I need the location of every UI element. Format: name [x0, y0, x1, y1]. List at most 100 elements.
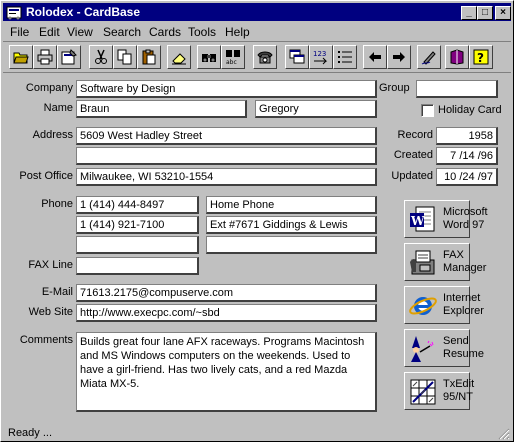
list-button[interactable]: [333, 45, 357, 69]
launch-word-button[interactable]: W Microsoft Word 97: [404, 200, 488, 238]
launch-fax-manager-button[interactable]: FAX Manager: [404, 243, 486, 281]
printer-icon: [37, 49, 53, 65]
address-line1-field[interactable]: 5609 West Hadley Street: [76, 127, 377, 145]
menu-cards[interactable]: Cards: [149, 25, 181, 39]
record-number: 1958: [436, 127, 498, 145]
last-name-field[interactable]: Braun: [76, 100, 247, 118]
previous-card-button[interactable]: [363, 45, 387, 69]
updated-label: Updated: [391, 170, 433, 182]
erase-button[interactable]: [167, 45, 191, 69]
phone2-number-field[interactable]: 1 (414) 921-7100: [76, 216, 199, 234]
app-icon: [6, 6, 22, 20]
created-label: Created: [393, 149, 433, 161]
title-bar[interactable]: Rolodex - CardBase _ □ ×: [3, 3, 511, 21]
record-label: Record: [397, 129, 433, 141]
svg-text:W: W: [410, 214, 425, 228]
word-label: Microsoft Word 97: [443, 206, 488, 231]
phone1-description-field[interactable]: Home Phone: [206, 196, 377, 214]
status-bar: Ready ...: [3, 425, 511, 441]
book-icon: [450, 49, 464, 65]
company-field[interactable]: Software by Design: [76, 80, 377, 98]
name-label: Name: [43, 102, 73, 114]
send-resume-label: Send Resume: [443, 335, 484, 360]
ie-icon: [409, 297, 437, 315]
paste-button[interactable]: [137, 45, 161, 69]
phone1-number-field[interactable]: 1 (414) 444-8497: [76, 196, 199, 214]
group-field[interactable]: [416, 80, 498, 98]
find-abc-button[interactable]: abc: [221, 45, 245, 69]
launch-txedit-button[interactable]: TxEdit 95/NT: [404, 372, 474, 410]
comments-label: Comments: [19, 334, 73, 346]
next-card-button[interactable]: [387, 45, 411, 69]
send-resume-button[interactable]: Send Resume: [404, 329, 484, 367]
dial-button[interactable]: [253, 45, 277, 69]
group-label: Group: [379, 82, 410, 94]
fax-field[interactable]: [76, 257, 199, 275]
binoculars-icon: [202, 54, 216, 62]
svg-text:abc: abc: [226, 59, 237, 65]
post-office-field[interactable]: Milwaukee, WI 53210-1554: [76, 168, 377, 186]
properties-button[interactable]: [57, 45, 81, 69]
cascade-button[interactable]: [285, 45, 309, 69]
first-name-field[interactable]: Gregory: [255, 100, 377, 118]
status-text: Ready ...: [8, 427, 53, 439]
menu-help[interactable]: Help: [225, 25, 250, 39]
menu-file[interactable]: File: [10, 25, 29, 39]
created-date: 7 /14 /96: [436, 147, 498, 165]
menu-bar: File Edit View Search Cards Tools Help: [3, 22, 511, 40]
clipboard-icon: [142, 49, 156, 65]
email-label: E-Mail: [41, 286, 73, 298]
email-field[interactable]: 71613.2175@compuserve.com: [76, 284, 377, 302]
cascade-windows-icon: [289, 49, 305, 64]
copy-icon: [117, 49, 132, 65]
resize-grip-icon[interactable]: [498, 428, 510, 440]
list-icon: [338, 51, 352, 63]
print-button[interactable]: [33, 45, 57, 69]
maximize-button[interactable]: □: [477, 6, 493, 20]
fax-manager-label: FAX Manager: [443, 249, 487, 274]
number-sequence-icon: 123: [313, 50, 328, 65]
address-label: Address: [32, 129, 73, 141]
svg-text:?: ?: [477, 51, 484, 65]
menu-view[interactable]: View: [67, 25, 93, 39]
copy-button[interactable]: [113, 45, 137, 69]
menu-tools[interactable]: Tools: [188, 25, 216, 39]
binoculars-abc-icon: abc: [226, 50, 240, 65]
numbering-button[interactable]: 123: [309, 45, 333, 69]
open-folder-icon: [13, 52, 29, 64]
phone3-number-field[interactable]: [76, 236, 199, 254]
cut-button[interactable]: [89, 45, 113, 69]
write-button[interactable]: [417, 45, 441, 69]
window-title: Rolodex - CardBase: [26, 5, 141, 19]
arrow-right-icon: [393, 52, 405, 62]
close-button[interactable]: ×: [495, 6, 511, 20]
pen-write-icon: [421, 51, 436, 65]
internet-explorer-label: Internet Explorer: [443, 292, 484, 317]
address-line2-field[interactable]: [76, 147, 377, 165]
menu-edit[interactable]: Edit: [39, 25, 60, 39]
word-icon: W: [410, 206, 435, 232]
find-button[interactable]: [197, 45, 221, 69]
phone3-description-field[interactable]: [206, 236, 377, 254]
svg-text:123: 123: [313, 50, 326, 58]
toolbar: abc 123 ?: [3, 41, 511, 73]
web-site-field[interactable]: http://www.execpc.com/~sbd: [76, 304, 377, 322]
help-button[interactable]: ?: [469, 45, 493, 69]
launch-internet-explorer-button[interactable]: Internet Explorer: [404, 286, 484, 324]
open-button[interactable]: [9, 45, 33, 69]
txedit-label: TxEdit 95/NT: [443, 378, 475, 403]
menu-search[interactable]: Search: [103, 25, 141, 39]
updated-date: 10 /24 /97: [436, 168, 498, 186]
holiday-card-checkbox[interactable]: [421, 104, 434, 117]
wizard-icon: [411, 336, 434, 362]
phone-label: Phone: [41, 198, 73, 210]
phone2-description-field[interactable]: Ext #7671 Giddings & Lewis: [206, 216, 377, 234]
help-question-icon: ?: [473, 49, 489, 65]
company-label: Company: [25, 82, 73, 94]
comments-field[interactable]: Builds great four lane AFX raceways. Pro…: [76, 332, 377, 412]
arrow-left-icon: [369, 52, 381, 62]
book-button[interactable]: [445, 45, 469, 69]
minimize-button[interactable]: _: [461, 6, 477, 20]
web-site-label: Web Site: [28, 306, 73, 318]
card-properties-icon: [61, 49, 77, 65]
